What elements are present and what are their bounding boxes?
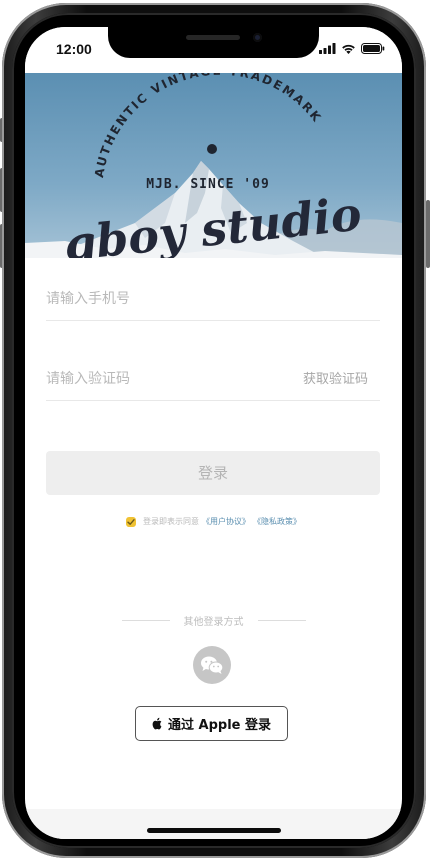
bottom-area (25, 809, 402, 839)
wechat-icon (201, 656, 224, 674)
wifi-icon (342, 44, 355, 54)
login-button[interactable]: 登录 (46, 451, 380, 495)
speaker (186, 35, 240, 40)
other-login-label: 其他登录方式 (183, 617, 244, 628)
other-login-divider: 其他登录方式 (25, 613, 402, 628)
apple-login-button[interactable]: 通过 Apple 登录 (135, 706, 288, 741)
code-input[interactable] (46, 366, 286, 392)
privacy-policy-link[interactable]: 《隐私政策》 (253, 516, 301, 527)
code-field: 获取验证码 (46, 360, 380, 401)
divider-line-right (257, 620, 306, 621)
divider-line-left (121, 620, 170, 621)
phone-input[interactable] (46, 286, 286, 312)
user-agreement-link[interactable]: 《用户协议》 (202, 516, 250, 527)
front-camera (253, 33, 262, 42)
status-bar: 12:00 (25, 27, 402, 73)
hero-sub-text: MJB. SINCE '09 (146, 177, 270, 192)
apple-icon (152, 717, 162, 730)
agreement-text: 登录即表示同意 (143, 517, 199, 526)
check-icon (127, 518, 135, 525)
status-icons (319, 43, 385, 54)
screen: 12:00 AUTHENTIC VINTA RADEMARK MJB. SINC… (25, 27, 402, 839)
agreement-checkbox[interactable] (126, 516, 136, 527)
phone-device: 12:00 AUTHENTIC VINTA RADEMARK MJB. SINC… (0, 0, 430, 862)
agreement-row: 登录即表示同意 《用户协议》 《隐私政策》 (25, 516, 402, 527)
status-time: 12:00 (56, 41, 92, 57)
wechat-login-button[interactable] (193, 646, 231, 684)
hero-dot (207, 144, 217, 154)
phone-field (46, 280, 380, 321)
cellular-signal-icon (319, 43, 336, 54)
get-code-button[interactable]: 获取验证码 (303, 368, 368, 387)
hero-image: AUTHENTIC VINTAGE TRADEMARK MJB. SINCE '… (25, 73, 402, 258)
battery-icon (361, 43, 385, 54)
home-indicator[interactable] (147, 828, 281, 833)
apple-login-label: 通过 Apple 登录 (168, 718, 271, 733)
notch (108, 27, 319, 58)
hero-banner: AUTHENTIC VINTAGE TRADEMARK MJB. SINCE '… (25, 73, 402, 258)
power-button (426, 200, 430, 268)
